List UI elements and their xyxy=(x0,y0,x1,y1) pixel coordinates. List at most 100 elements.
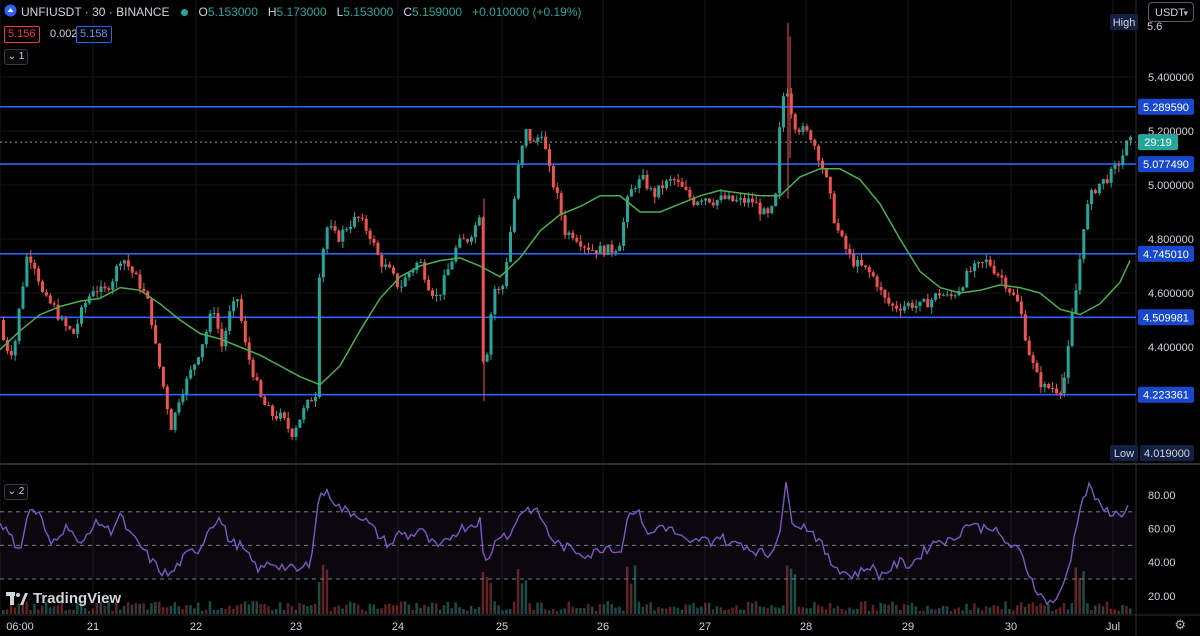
volume-bar xyxy=(193,608,196,614)
chart-canvas[interactable]: 5.4000005.2000005.0000004.8000004.600000… xyxy=(0,0,1200,636)
volume-bar xyxy=(349,601,352,614)
candle-body xyxy=(707,198,711,203)
candle-body xyxy=(930,299,934,308)
volume-bar xyxy=(197,602,200,614)
volume-bar xyxy=(941,605,945,614)
volume-bar xyxy=(411,609,414,614)
volume-bar xyxy=(567,601,570,614)
sell-price-button[interactable]: 5.156 xyxy=(4,26,40,43)
volume-bar xyxy=(302,604,305,614)
volume-bar xyxy=(743,609,746,614)
candle-body xyxy=(427,279,431,291)
candle-body xyxy=(169,409,173,430)
volume-bar xyxy=(754,601,758,614)
volume-bar xyxy=(661,608,664,614)
volume-bar xyxy=(103,606,106,614)
volume-bar xyxy=(649,602,652,614)
candle-body xyxy=(684,186,688,190)
volume-bar xyxy=(668,606,672,614)
candle-body xyxy=(9,350,13,356)
volume-bar xyxy=(1121,604,1124,614)
volume-bar xyxy=(953,608,957,614)
candle-body xyxy=(107,288,111,290)
candle-body xyxy=(294,427,298,437)
candle-body xyxy=(739,198,743,200)
volume-bar xyxy=(813,602,816,614)
volume-bar xyxy=(746,601,750,614)
buy-price-button[interactable]: 5.158 xyxy=(76,26,112,43)
volume-bar xyxy=(64,610,67,614)
pane2-collapse-button[interactable]: ⌄ 2 xyxy=(4,484,28,500)
candle-body xyxy=(52,303,56,305)
ohlc-open-label: O xyxy=(198,5,208,19)
volume-bar xyxy=(930,608,933,614)
candle-body xyxy=(984,259,988,263)
volume-bar xyxy=(165,607,169,614)
candle-body xyxy=(356,216,360,218)
volume-bar xyxy=(739,609,742,614)
volume-bar xyxy=(805,608,808,614)
candle-body xyxy=(72,328,76,334)
candle-body xyxy=(177,402,181,413)
pane1-collapse-button[interactable]: ⌄ 1 xyxy=(4,49,28,65)
candle-body xyxy=(750,198,754,203)
volume-bar xyxy=(980,610,984,614)
volume-bar xyxy=(489,582,492,614)
candle-body xyxy=(154,325,158,344)
candle-body xyxy=(2,320,5,341)
rsi-tick-label: 40.00 xyxy=(1148,557,1176,569)
candle-body xyxy=(1066,345,1070,378)
candle-body xyxy=(622,222,626,246)
volume-bar xyxy=(945,606,949,614)
chevron-down-icon: ⌄ xyxy=(7,51,17,62)
candle-body xyxy=(555,187,559,194)
symbol-title[interactable]: UNFIUSDT · 30 · BINANCE xyxy=(21,5,169,19)
currency-select[interactable]: USDT ▾ xyxy=(1148,2,1194,22)
candle-body xyxy=(473,225,477,238)
rsi-pane-background xyxy=(0,511,1136,580)
volume-bar xyxy=(384,604,387,614)
volume-bar xyxy=(622,610,625,614)
candle-body xyxy=(442,275,446,295)
volume-bar xyxy=(883,603,886,614)
volume-bar xyxy=(286,603,290,614)
volume-bar xyxy=(278,602,282,614)
candle-body xyxy=(1031,355,1035,364)
volume-bar xyxy=(470,605,473,614)
candle-body xyxy=(103,286,107,289)
volume-bar xyxy=(871,604,875,614)
candle-body xyxy=(696,201,700,205)
time-tick-label: 30 xyxy=(1005,621,1017,633)
price-tick-label: 5.400000 xyxy=(1148,72,1194,84)
volume-bar xyxy=(505,609,508,614)
candle-body xyxy=(477,217,481,226)
volume-bar xyxy=(793,574,797,614)
candle-body xyxy=(606,244,610,256)
candle-body xyxy=(181,394,185,403)
candle-body xyxy=(99,286,103,292)
volume-bar xyxy=(438,609,442,614)
candle-body xyxy=(844,236,848,249)
volume-bar xyxy=(1000,609,1003,614)
candle-body xyxy=(1086,204,1090,230)
volume-bar xyxy=(988,607,992,614)
volume-bar xyxy=(415,602,418,614)
price-tick-label: 4.800000 xyxy=(1148,234,1194,246)
candle-body xyxy=(263,396,267,406)
candle-body xyxy=(255,377,259,381)
volume-bar xyxy=(672,606,676,614)
candle-body xyxy=(1101,179,1105,184)
volume-bar xyxy=(579,607,582,614)
tradingview-logo[interactable]: TradingView xyxy=(6,590,121,607)
candle-body xyxy=(434,294,438,296)
settings-gear-icon[interactable]: ⚙ xyxy=(1174,617,1186,633)
volume-bar xyxy=(392,605,395,614)
candle-body xyxy=(325,227,329,249)
candle-body xyxy=(988,259,992,266)
volume-bar xyxy=(356,604,360,614)
candle-body xyxy=(1058,393,1062,395)
candle-body xyxy=(548,149,551,166)
volume-bar xyxy=(399,601,403,614)
candle-body xyxy=(910,302,914,309)
volume-bar xyxy=(758,606,762,614)
